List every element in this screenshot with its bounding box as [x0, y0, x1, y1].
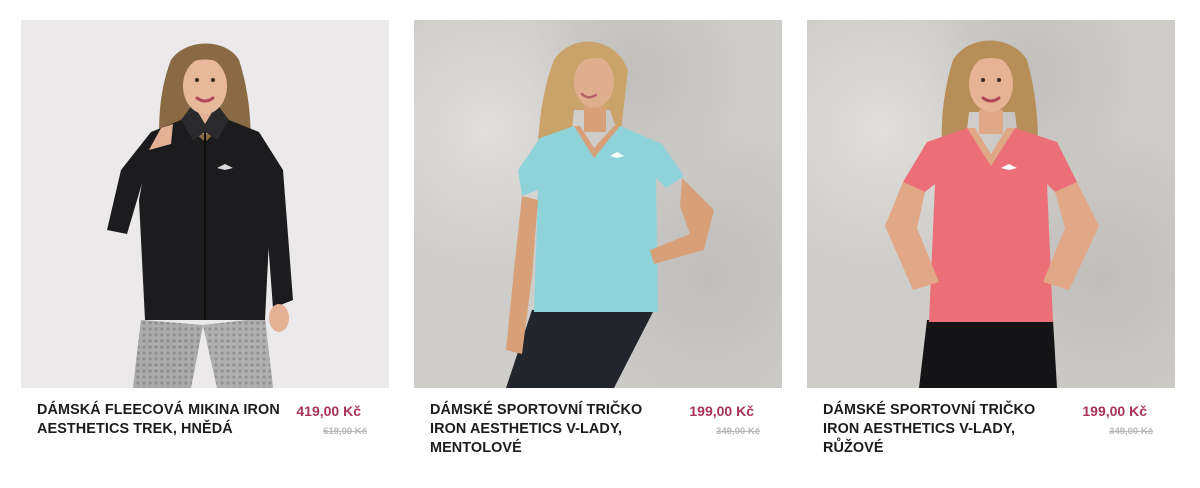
product-grid: DÁMSKÁ FLEECOVÁ MIKINA IRON AESTHETICS T… — [0, 0, 1200, 488]
model-photo-mint-tshirt — [506, 41, 714, 388]
product-info: DÁMSKÁ FLEECOVÁ MIKINA IRON AESTHETICS T… — [21, 388, 389, 470]
product-card-fleece-jacket[interactable]: DÁMSKÁ FLEECOVÁ MIKINA IRON AESTHETICS T… — [21, 20, 389, 470]
product-old-price: 349,00 Kč — [716, 426, 760, 437]
product-price: 419,00 Kč — [296, 403, 361, 419]
product-image[interactable] — [807, 20, 1175, 388]
product-price: 199,00 Kč — [1082, 403, 1147, 419]
product-price: 199,00 Kč — [689, 403, 754, 419]
product-card-mint-tshirt[interactable]: DÁMSKÉ SPORTOVNÍ TRIČKO IRON AESTHETICS … — [414, 20, 782, 470]
model-photo-fleece-jacket — [107, 43, 293, 388]
product-title[interactable]: DÁMSKÁ FLEECOVÁ MIKINA IRON AESTHETICS T… — [37, 401, 281, 439]
product-card-pink-tshirt[interactable]: DÁMSKÉ SPORTOVNÍ TRIČKO IRON AESTHETICS … — [807, 20, 1175, 470]
product-info: DÁMSKÉ SPORTOVNÍ TRIČKO IRON AESTHETICS … — [414, 388, 782, 470]
product-old-price: 349,00 Kč — [1109, 426, 1153, 437]
product-info: DÁMSKÉ SPORTOVNÍ TRIČKO IRON AESTHETICS … — [807, 388, 1175, 470]
product-title[interactable]: DÁMSKÉ SPORTOVNÍ TRIČKO IRON AESTHETICS … — [823, 401, 1067, 458]
product-old-price: 619,00 Kč — [323, 426, 367, 437]
product-image[interactable] — [414, 20, 782, 388]
product-title[interactable]: DÁMSKÉ SPORTOVNÍ TRIČKO IRON AESTHETICS … — [430, 401, 674, 458]
model-photo-pink-tshirt — [885, 40, 1099, 388]
product-image[interactable] — [21, 20, 389, 388]
